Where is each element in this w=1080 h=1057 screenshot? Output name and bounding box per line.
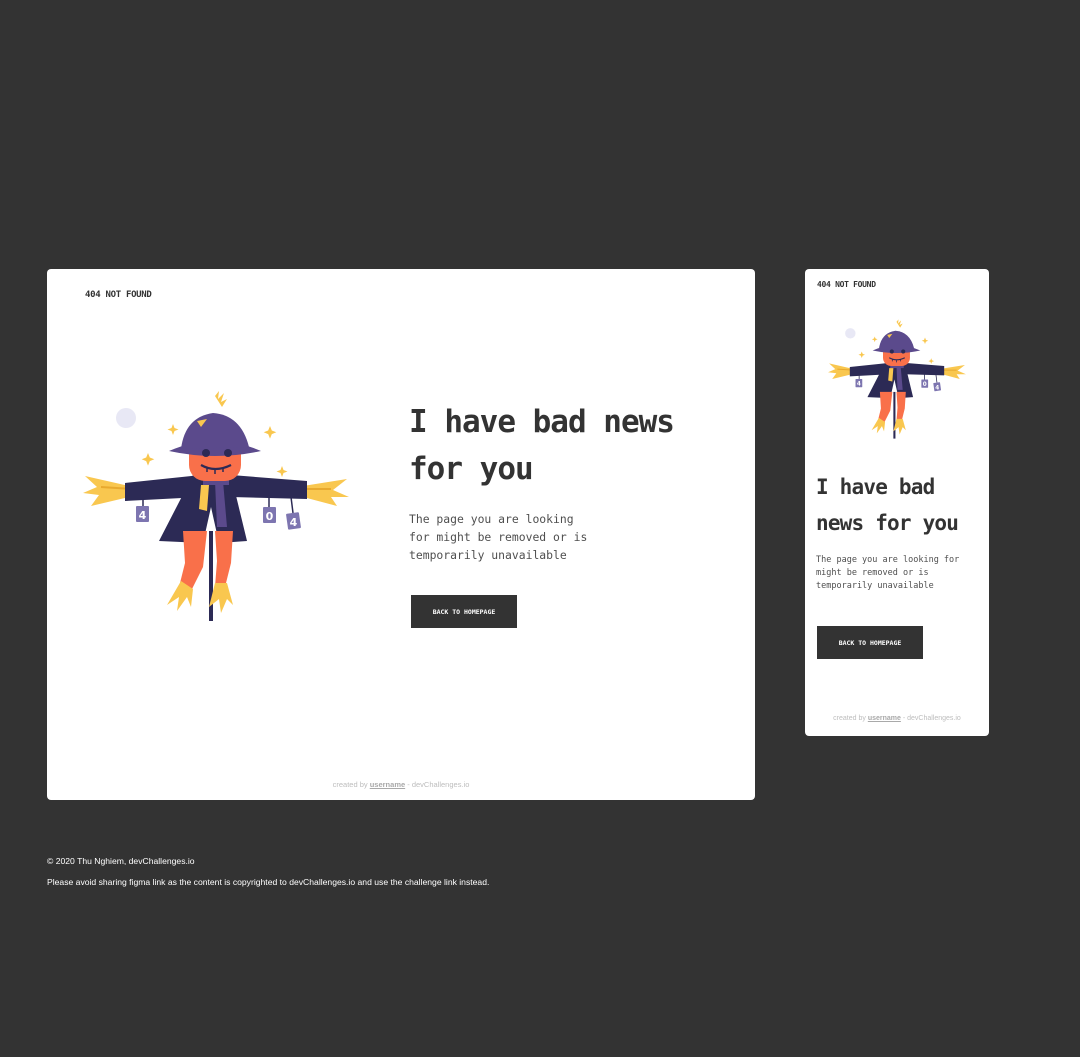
eye — [224, 449, 232, 457]
digit-tag: 4 — [136, 506, 149, 522]
svg-text:4: 4 — [935, 385, 939, 391]
sparkle-icon — [858, 351, 866, 359]
credit-suffix: - devChallenges.io — [405, 780, 470, 789]
desktop-frame: 404 NOT FOUND 4 0 4 I have bad news for … — [47, 269, 755, 800]
sparkle-icon — [276, 466, 288, 477]
pole — [209, 531, 213, 621]
sparkle-icon — [263, 426, 277, 439]
brand-logo[interactable]: 404 NOT FOUND — [85, 290, 152, 300]
svg-text:4: 4 — [139, 509, 147, 522]
svg-text:4: 4 — [857, 382, 861, 388]
hat-top — [181, 413, 249, 449]
credit-line: created by username - devChallenges.io — [805, 715, 989, 722]
svg-text:0: 0 — [923, 382, 927, 388]
description: The page you are looking for might be re… — [816, 555, 960, 591]
sharing-notice: Please avoid sharing figma link as the c… — [47, 877, 490, 887]
headline: I have bad news for you — [409, 404, 675, 487]
sparkle-icon — [928, 358, 935, 364]
eye — [202, 449, 210, 457]
pants — [215, 531, 233, 587]
svg-text:4: 4 — [290, 516, 298, 529]
hat-top — [878, 330, 915, 350]
back-to-homepage-button[interactable]: BACK TO HOMEPAGE — [817, 626, 923, 659]
credit-prefix: created by — [332, 780, 370, 789]
eye — [901, 349, 906, 354]
headline: I have bad news for you — [816, 475, 959, 535]
left-straw — [83, 476, 129, 506]
left-straw — [828, 363, 852, 379]
mobile-frame: 404 NOT FOUND 4 0 4 I have bad news for … — [805, 269, 989, 736]
copyright-text: © 2020 Thu Nghiem, devChallenges.io — [47, 856, 195, 866]
sparkle-icon — [921, 337, 929, 345]
scarecrow-illustration: 4 0 4 — [83, 391, 349, 621]
sparkle-icon — [141, 453, 155, 466]
digit-tag: 4 — [933, 382, 942, 391]
pants — [896, 391, 906, 421]
username-link[interactable]: username — [868, 715, 901, 722]
brand-logo[interactable]: 404 NOT FOUND — [817, 280, 876, 289]
right-straw — [303, 479, 349, 506]
moon-icon — [845, 328, 856, 339]
credit-suffix: - devChallenges.io — [900, 715, 961, 722]
pole — [893, 391, 896, 439]
moon-icon — [116, 408, 136, 428]
digit-tag: 4 — [286, 512, 301, 530]
username-link[interactable]: username — [370, 780, 405, 789]
right-straw — [942, 364, 966, 379]
scarecrow-illustration: 4 0 4 — [828, 319, 966, 439]
sparkle-icon — [871, 336, 878, 343]
digit-tag: 0 — [921, 379, 929, 388]
digit-tag: 4 — [855, 378, 863, 388]
sparkle-icon — [167, 424, 179, 435]
svg-text:0: 0 — [266, 510, 274, 523]
credit-line: created by username - devChallenges.io — [47, 780, 755, 789]
digit-tag: 0 — [263, 507, 276, 523]
eye — [889, 349, 894, 354]
credit-prefix: created by — [833, 715, 868, 722]
back-to-homepage-button[interactable]: BACK TO HOMEPAGE — [411, 595, 517, 628]
description: The page you are looking for might be re… — [409, 512, 588, 562]
